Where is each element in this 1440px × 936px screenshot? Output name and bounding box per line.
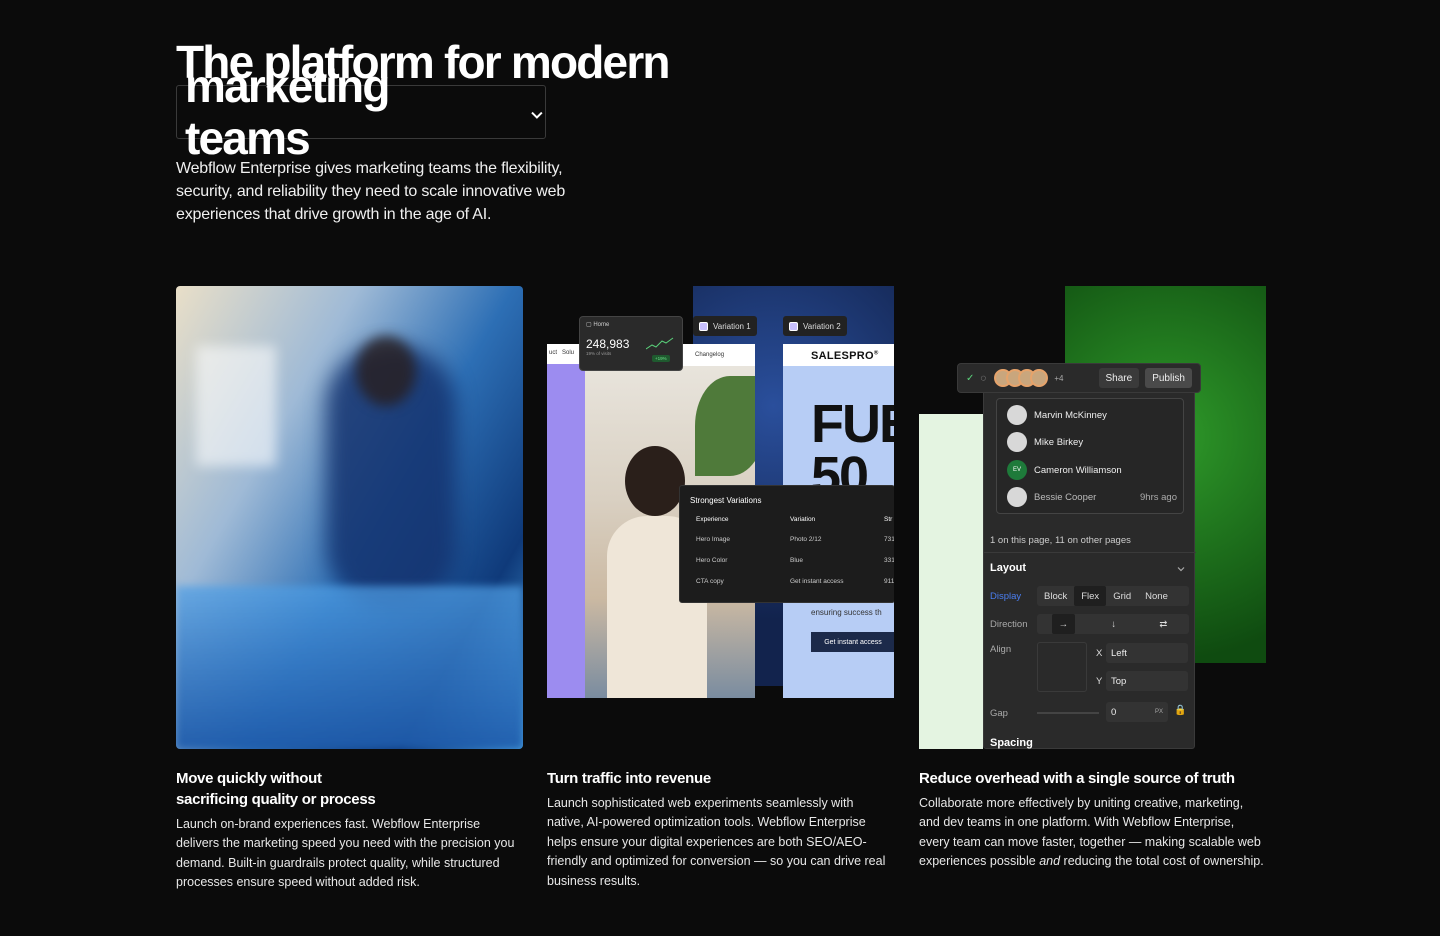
avatar: EV xyxy=(1007,460,1027,480)
align-label: Align xyxy=(990,644,1012,655)
share-button[interactable]: Share xyxy=(1098,368,1140,388)
visits-badge: +19% xyxy=(652,355,670,362)
tab-variation1: Variation 1 xyxy=(693,316,757,336)
card3-title: Reduce overhead with a single source of … xyxy=(919,770,1235,787)
nav-stub: uct Solu xyxy=(549,350,575,356)
purple-block xyxy=(547,364,585,698)
extra-count: +4 xyxy=(1054,373,1064,383)
table-row: Hero Color Blue 331 xyxy=(696,557,894,564)
card-image-office-motion xyxy=(176,286,523,749)
display-option-none[interactable]: None xyxy=(1138,586,1175,606)
hero-intro-text: Webflow Enterprise gives marketing teams… xyxy=(176,160,566,223)
align-grid[interactable] xyxy=(1037,642,1087,692)
avatar xyxy=(1007,432,1027,452)
editor-toolbar: ✓ ◌ +4 Share Publish xyxy=(957,363,1201,393)
display-option-grid[interactable]: Grid xyxy=(1106,586,1138,606)
direction-control[interactable]: → ↓ ⇄ xyxy=(1037,614,1189,634)
collaborator-row[interactable]: Mike Birkey xyxy=(1007,432,1177,452)
display-option-flex[interactable]: Flex xyxy=(1074,586,1107,606)
ensuring-text: ensuring success th xyxy=(811,608,882,617)
card-image-editor-mock: 1 on this page, 11 on other pages Layout… xyxy=(919,286,1266,749)
audience-selected-label: marketing teams xyxy=(185,60,390,164)
gap-label: Gap xyxy=(990,708,1008,719)
salespro-logo: SALESPRO® xyxy=(811,350,879,362)
mint-page-strip xyxy=(919,414,983,749)
chevron-down-icon xyxy=(531,111,543,119)
spacing-heading: Spacing xyxy=(990,737,1033,749)
collaborator-row[interactable]: EV Cameron Williamson xyxy=(1007,460,1177,480)
get-instant-access-button: Get instant access xyxy=(811,632,894,652)
card1-body: Launch on-brand experiences fast. Webflo… xyxy=(176,817,515,890)
fuel-headline: FUEL xyxy=(811,394,894,454)
publish-button[interactable]: Publish xyxy=(1145,368,1192,388)
card-image-experiments-mock: uct Solu Changelog SALESPRO® FUEL 50 ( e… xyxy=(547,286,894,749)
variation-swatch-icon xyxy=(789,321,798,331)
gap-slider[interactable] xyxy=(1037,712,1099,714)
align-y-select[interactable]: Top xyxy=(1106,671,1188,691)
avatar xyxy=(1007,487,1027,507)
align-x-select[interactable]: Left xyxy=(1106,643,1188,663)
trend-line-icon xyxy=(646,337,674,350)
collaborator-row[interactable]: Marvin McKinney xyxy=(1007,405,1177,425)
collaborator-row[interactable]: Bessie Cooper 9hrs ago xyxy=(1007,487,1177,507)
display-label: Display xyxy=(990,591,1022,602)
avatar xyxy=(1030,369,1049,387)
home-label: ▢ Home xyxy=(586,322,610,328)
audience-dropdown[interactable]: marketing teams xyxy=(176,60,546,164)
x-label: X xyxy=(1096,648,1103,659)
card2-body: Launch sophisticated web experiments sea… xyxy=(547,796,886,888)
comment-icon[interactable]: ◌ xyxy=(980,373,986,384)
changelog-link: Changelog xyxy=(695,352,725,358)
panel-title: Strongest Variations xyxy=(690,496,762,505)
chevron-down-icon xyxy=(1177,567,1185,572)
arrow-down-icon[interactable]: ↓ xyxy=(1104,614,1123,634)
table-row: Hero Image Photo 2/12 731 xyxy=(696,536,894,543)
collaborators-popover: Marvin McKinney Mike Birkey EV Cameron Wi… xyxy=(996,398,1184,514)
avatar-stack[interactable] xyxy=(994,369,1049,387)
display-segmented-control[interactable]: Block Flex Grid None xyxy=(1037,586,1189,606)
check-icon[interactable]: ✓ xyxy=(966,373,974,384)
card2-title: Turn traffic into revenue xyxy=(547,770,711,787)
gap-input[interactable]: 0 PX xyxy=(1106,702,1168,722)
avatar xyxy=(1007,405,1027,425)
card3-body: Collaborate more effectively by uniting … xyxy=(919,796,1264,869)
y-label: Y xyxy=(1096,676,1103,687)
tab-variation2: Variation 2 xyxy=(783,316,847,336)
card1-title: Move quickly without sacrificing quality… xyxy=(176,770,376,808)
lock-icon[interactable]: 🔒 xyxy=(1174,705,1186,716)
arrow-right-icon[interactable]: → xyxy=(1051,614,1076,634)
variation-swatch-icon xyxy=(699,321,708,331)
divider xyxy=(984,552,1196,553)
visits-stat-card: ▢ Home 248,983 19% of visits +19% xyxy=(579,316,683,371)
strongest-variations-panel: Strongest Variations Experience Variation… xyxy=(679,485,894,603)
display-option-block[interactable]: Block xyxy=(1037,586,1074,606)
page-note: 1 on this page, 11 on other pages xyxy=(990,535,1131,546)
wrap-icon[interactable]: ⇄ xyxy=(1152,614,1174,634)
table-row: CTA copy Get instant access 911 xyxy=(696,578,894,585)
direction-label: Direction xyxy=(990,619,1028,630)
layout-heading: Layout xyxy=(990,562,1027,574)
table-header: Experience Variation Str xyxy=(696,516,893,523)
